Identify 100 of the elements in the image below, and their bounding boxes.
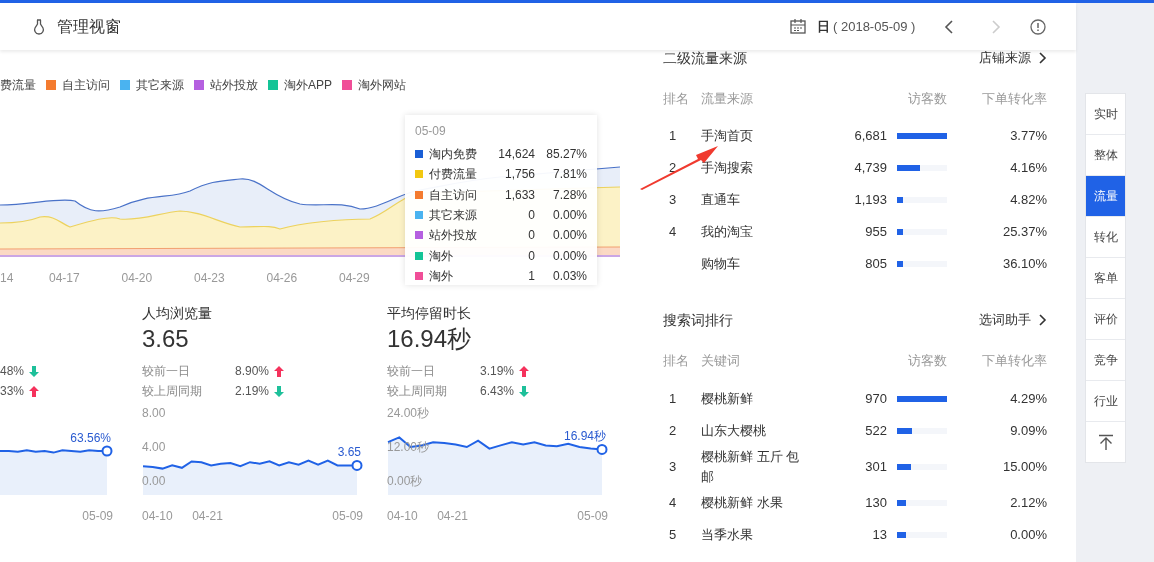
series-value: 1,633 [503, 186, 535, 204]
table-cell-text: 3.77% [1009, 127, 1047, 146]
up-arrow-icon [29, 385, 40, 397]
metric-value: 3.65 [142, 324, 190, 354]
value-label: 16.94秒 [563, 429, 606, 444]
table-cell-text: 130 [864, 494, 887, 513]
info-icon[interactable] [1030, 18, 1047, 35]
axis-label: 04-20 [121, 270, 153, 287]
axis-label: 24.00秒 [387, 406, 430, 420]
legend-label[interactable]: 其它来源 [136, 76, 184, 94]
table-cell-text: 当季水果 [701, 526, 754, 544]
axis-label: 05-09 [82, 508, 113, 525]
chevron-left-icon[interactable] [943, 18, 956, 35]
axis-label: 04-17 [49, 270, 80, 287]
table-cell-text: 301 [864, 458, 887, 477]
series-name: 淘内免费 [429, 146, 478, 164]
table-cell-text: 樱桃新鲜 水果 [701, 494, 784, 512]
axis-label: 04-23 [194, 270, 225, 287]
column-header: 访客数 [907, 352, 947, 371]
date-label[interactable]: ( 2018-05-09 ) [833, 16, 916, 37]
table-cell-text: 955 [864, 223, 887, 242]
table-cell-text: 970 [864, 390, 887, 409]
table-cell-text: 15.00% [1001, 458, 1047, 477]
side-nav-tab[interactable]: 流量 [1086, 176, 1125, 217]
bottle-icon [33, 18, 45, 35]
section-title: 搜索词排行 [663, 310, 733, 330]
table-cell-text: 9.09% [1009, 422, 1047, 441]
axis-label: 04-10 [387, 508, 418, 525]
down-arrow-icon [29, 365, 40, 377]
rank-cell-text: 2 [668, 422, 678, 441]
axis-label: 0.00 [142, 474, 166, 488]
table-cell-text: 13 [871, 526, 887, 545]
compare-label: 较前一日 [142, 363, 191, 380]
column-header: 关键词 [701, 352, 741, 371]
table-cell-text: 2.12% [1009, 494, 1047, 513]
table-cell-text: 4.29% [1009, 390, 1047, 409]
period-label[interactable]: 日 [817, 16, 830, 37]
series-share: 0.00% [551, 207, 587, 225]
table-cell-text: 522 [864, 422, 887, 441]
series-value: 0 [527, 247, 535, 265]
axis-label: 04-10 [142, 508, 173, 525]
compare-value: 33% [0, 383, 25, 400]
series-name: 付费流量 [429, 166, 478, 184]
table-cell-text: 直通车 [701, 191, 741, 209]
table-cell-text: 我的淘宝 [701, 223, 754, 241]
series-value: 0 [527, 207, 535, 225]
window-title: 管理视窗 [57, 16, 121, 37]
column-header: 排名 [663, 90, 690, 109]
table-cell-text: 购物车 [701, 255, 741, 273]
axis-label: 05-09 [577, 508, 608, 525]
axis-label: 05-09 [332, 508, 363, 525]
column-header: 排名 [663, 352, 690, 371]
compare-value: 3.19% [480, 363, 515, 380]
calendar-icon [790, 19, 806, 34]
axis-label: 4.00 [142, 440, 166, 454]
table-cell-text: 4,739 [853, 159, 887, 178]
series-share: 0.00% [551, 227, 587, 245]
metric-title: 人均浏览量 [142, 304, 213, 323]
section-link[interactable]: 选词助手 [979, 310, 1047, 330]
chevron-icon [1039, 52, 1047, 64]
tooltip-date: 05-09 [415, 123, 447, 140]
metric-value: 16.94秒 [387, 324, 473, 354]
compare-value: 8.90% [235, 363, 270, 380]
column-header: 访客数 [907, 90, 947, 109]
series-share: 7.28% [551, 186, 587, 204]
rank-cell-text: 1 [668, 127, 678, 146]
up-arrow-icon [519, 365, 530, 377]
series-value: 1 [527, 267, 535, 285]
table-cell-text: 4.16% [1009, 159, 1047, 178]
compare-value: 6.43% [480, 383, 515, 400]
axis-label: 14 [0, 270, 14, 287]
series-value: 14,624 [497, 146, 535, 164]
value-label: 63.56% [70, 431, 111, 445]
series-name: 其它来源 [429, 207, 478, 225]
table-cell-text: 手淘首页 [701, 127, 754, 145]
table-cell-text: 6,681 [853, 127, 887, 146]
legend-label[interactable]: 自主访问 [62, 76, 110, 94]
table-cell-text: 樱桃新鲜 [701, 390, 754, 408]
rank-cell-text: 3 [668, 458, 678, 477]
legend-label[interactable]: 淘外APP [284, 76, 332, 94]
table-cell-text: 36.10% [1001, 255, 1047, 274]
axis-label: 04-21 [437, 508, 468, 525]
section-link[interactable]: 店铺来源 [979, 48, 1047, 68]
legend-label[interactable]: 费流量 [0, 76, 36, 94]
table-cell-text: 山东大樱桃 [701, 422, 767, 440]
chevron-icon [1039, 314, 1047, 326]
rank-cell-text: 1 [668, 390, 678, 409]
series-share: 0.00% [551, 247, 587, 265]
compare-label: 较前一日 [387, 363, 436, 380]
column-header: 流量来源 [701, 90, 754, 109]
legend-label[interactable]: 淘外网站 [358, 76, 406, 94]
table-cell-text: 25.37% [1001, 223, 1047, 242]
table-cell-text: 樱桃新鲜 五斤 包邮 [701, 448, 801, 486]
table-cell-text: 0.00% [1009, 526, 1047, 545]
down-arrow-icon [274, 385, 285, 397]
table-cell-text: 805 [864, 255, 887, 274]
compare-value: 2.19% [235, 383, 270, 400]
legend-label[interactable]: 站外投放 [210, 76, 258, 94]
series-name: 自主访问 [429, 186, 478, 204]
axis-label: 0.00秒 [387, 474, 423, 488]
